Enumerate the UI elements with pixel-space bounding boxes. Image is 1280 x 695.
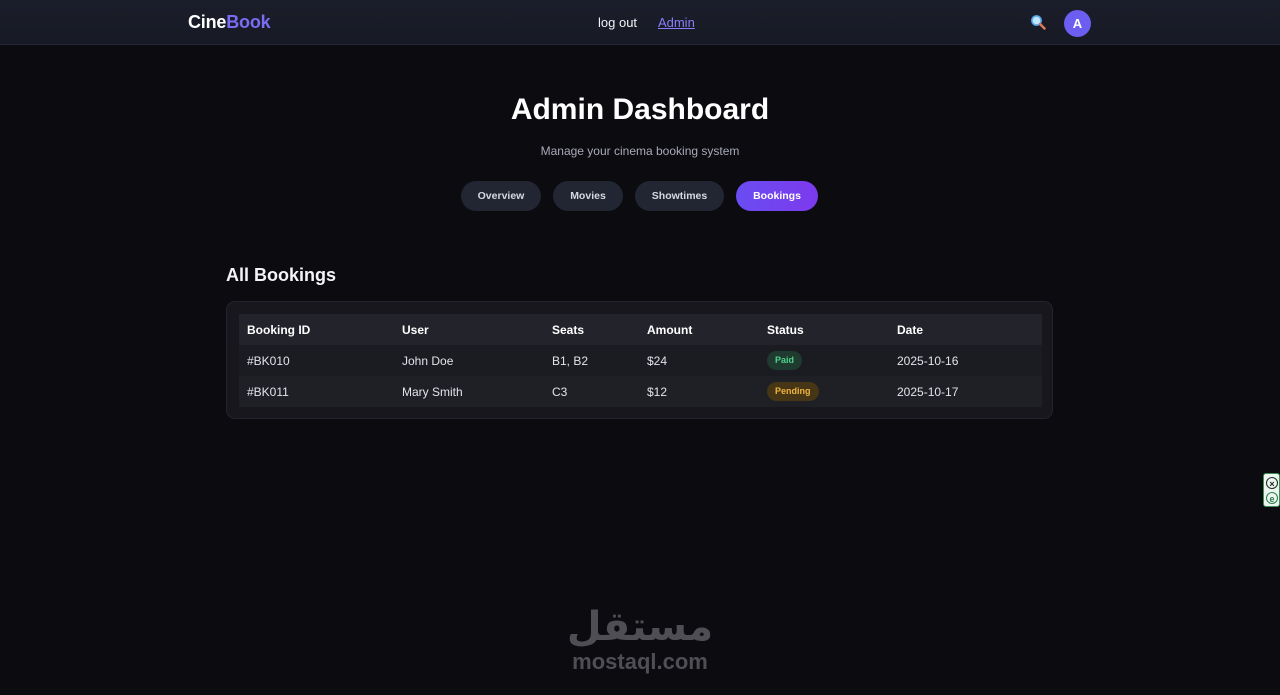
status-badge: Pending bbox=[767, 382, 819, 401]
extension-icon[interactable]: e bbox=[1266, 492, 1278, 504]
search-icon[interactable] bbox=[1030, 14, 1046, 30]
admin-tabs: Overview Movies Showtimes Bookings bbox=[461, 181, 818, 211]
booking-id-cell: #BK010 bbox=[239, 345, 394, 376]
table-row[interactable]: #BK010 John Doe B1, B2 $24 Paid 2025-10-… bbox=[239, 345, 1042, 376]
column-header-booking-id[interactable]: Booking ID bbox=[239, 314, 394, 345]
avatar[interactable]: A bbox=[1064, 10, 1091, 37]
nav-links: log out Admin bbox=[598, 15, 695, 30]
tab-bookings[interactable]: Bookings bbox=[736, 181, 818, 211]
section-title: All Bookings bbox=[226, 265, 337, 285]
seats-cell: B1, B2 bbox=[544, 345, 639, 376]
column-header-status[interactable]: Status bbox=[759, 314, 889, 345]
brand-name-part1: Cine bbox=[188, 12, 227, 32]
status-cell: Pending bbox=[759, 376, 889, 407]
watermark-latin: mostaql.com bbox=[572, 649, 708, 674]
brand-logo[interactable]: CineBook bbox=[188, 12, 271, 33]
status-badge: Paid bbox=[767, 351, 803, 370]
table-header-row: Booking ID User Seats Amount Status Date bbox=[239, 314, 1042, 345]
column-header-user[interactable]: User bbox=[394, 314, 544, 345]
side-extension-widget[interactable]: × e bbox=[1263, 473, 1280, 507]
tab-showtimes[interactable]: Showtimes bbox=[635, 181, 724, 211]
status-cell: Paid bbox=[759, 345, 889, 376]
date-cell: 2025-10-17 bbox=[889, 376, 1042, 407]
bookings-table: Booking ID User Seats Amount Status Date… bbox=[239, 314, 1042, 407]
bookings-card: Booking ID User Seats Amount Status Date… bbox=[226, 301, 1053, 419]
column-header-seats[interactable]: Seats bbox=[544, 314, 639, 345]
admin-link[interactable]: Admin bbox=[658, 15, 695, 30]
column-header-amount[interactable]: Amount bbox=[639, 314, 759, 345]
watermark: مستقل mostaql.com bbox=[540, 604, 740, 674]
tab-overview[interactable]: Overview bbox=[461, 181, 541, 211]
amount-cell: $24 bbox=[639, 345, 759, 376]
page-title: Admin Dashboard bbox=[510, 93, 770, 126]
close-icon[interactable]: × bbox=[1266, 477, 1278, 489]
page-subtitle: Manage your cinema booking system bbox=[540, 144, 740, 158]
user-cell: John Doe bbox=[394, 345, 544, 376]
user-cell: Mary Smith bbox=[394, 376, 544, 407]
top-navbar: CineBook log out Admin A bbox=[0, 0, 1280, 45]
watermark-arabic: مستقل bbox=[566, 604, 714, 650]
logout-link[interactable]: log out bbox=[598, 15, 637, 30]
column-header-date[interactable]: Date bbox=[889, 314, 1042, 345]
booking-id-cell: #BK011 bbox=[239, 376, 394, 407]
seats-cell: C3 bbox=[544, 376, 639, 407]
tab-movies[interactable]: Movies bbox=[553, 181, 623, 211]
table-row[interactable]: #BK011 Mary Smith C3 $12 Pending 2025-10… bbox=[239, 376, 1042, 407]
amount-cell: $12 bbox=[639, 376, 759, 407]
brand-name-part2: Book bbox=[226, 12, 271, 32]
date-cell: 2025-10-16 bbox=[889, 345, 1042, 376]
